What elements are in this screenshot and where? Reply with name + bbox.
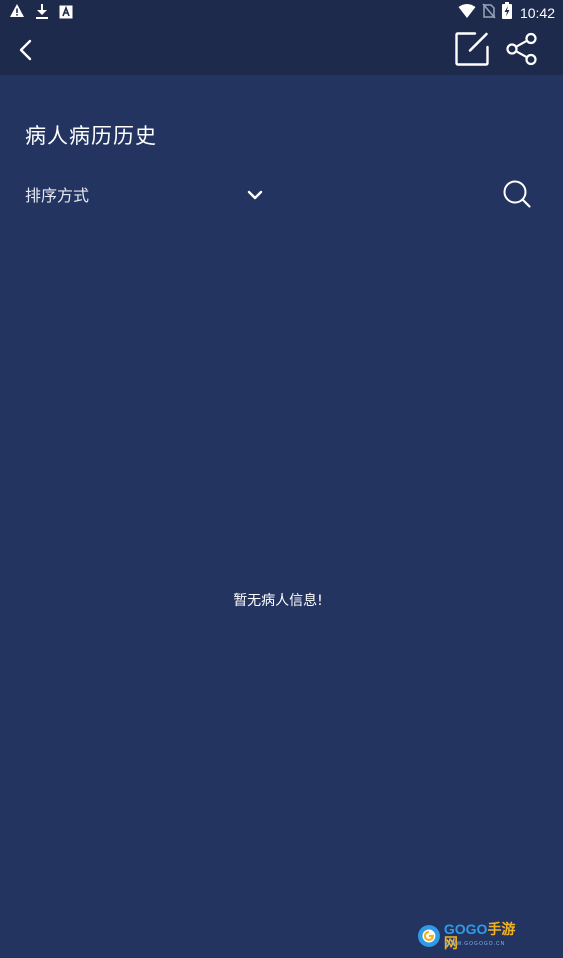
share-button[interactable] <box>505 32 539 66</box>
page-title: 病人病历历史 <box>25 124 157 148</box>
status-time: 10:42 <box>519 4 555 21</box>
status-bar: 10:42 <box>0 0 563 24</box>
chevron-down-icon <box>247 190 263 200</box>
sort-dropdown[interactable]: 排序方式 <box>25 182 275 206</box>
watermark-url: WWW.GOGOGO.CN <box>445 941 506 947</box>
app-bar <box>0 24 563 75</box>
watermark: GOGO手游网 WWW.GOGOGO.CN <box>417 922 529 950</box>
warning-icon <box>9 3 25 23</box>
download-icon <box>35 3 49 23</box>
edit-button[interactable] <box>455 31 491 67</box>
status-left-icons <box>9 3 73 23</box>
chevron-left-icon <box>19 39 32 61</box>
search-button[interactable] <box>501 178 533 210</box>
battery-charging-icon <box>501 2 512 23</box>
wifi-icon <box>458 3 476 23</box>
search-icon <box>503 180 531 208</box>
share-icon <box>506 32 537 66</box>
app-a-icon <box>59 4 73 23</box>
gogo-logo-icon <box>417 925 440 947</box>
empty-state-message: 暂无病人信息! <box>233 593 323 609</box>
back-button[interactable] <box>12 36 40 64</box>
sort-label: 排序方式 <box>25 186 90 205</box>
status-right-icons: 10:42 <box>458 2 555 23</box>
edit-square-icon <box>455 32 489 66</box>
no-sim-icon <box>482 3 496 23</box>
